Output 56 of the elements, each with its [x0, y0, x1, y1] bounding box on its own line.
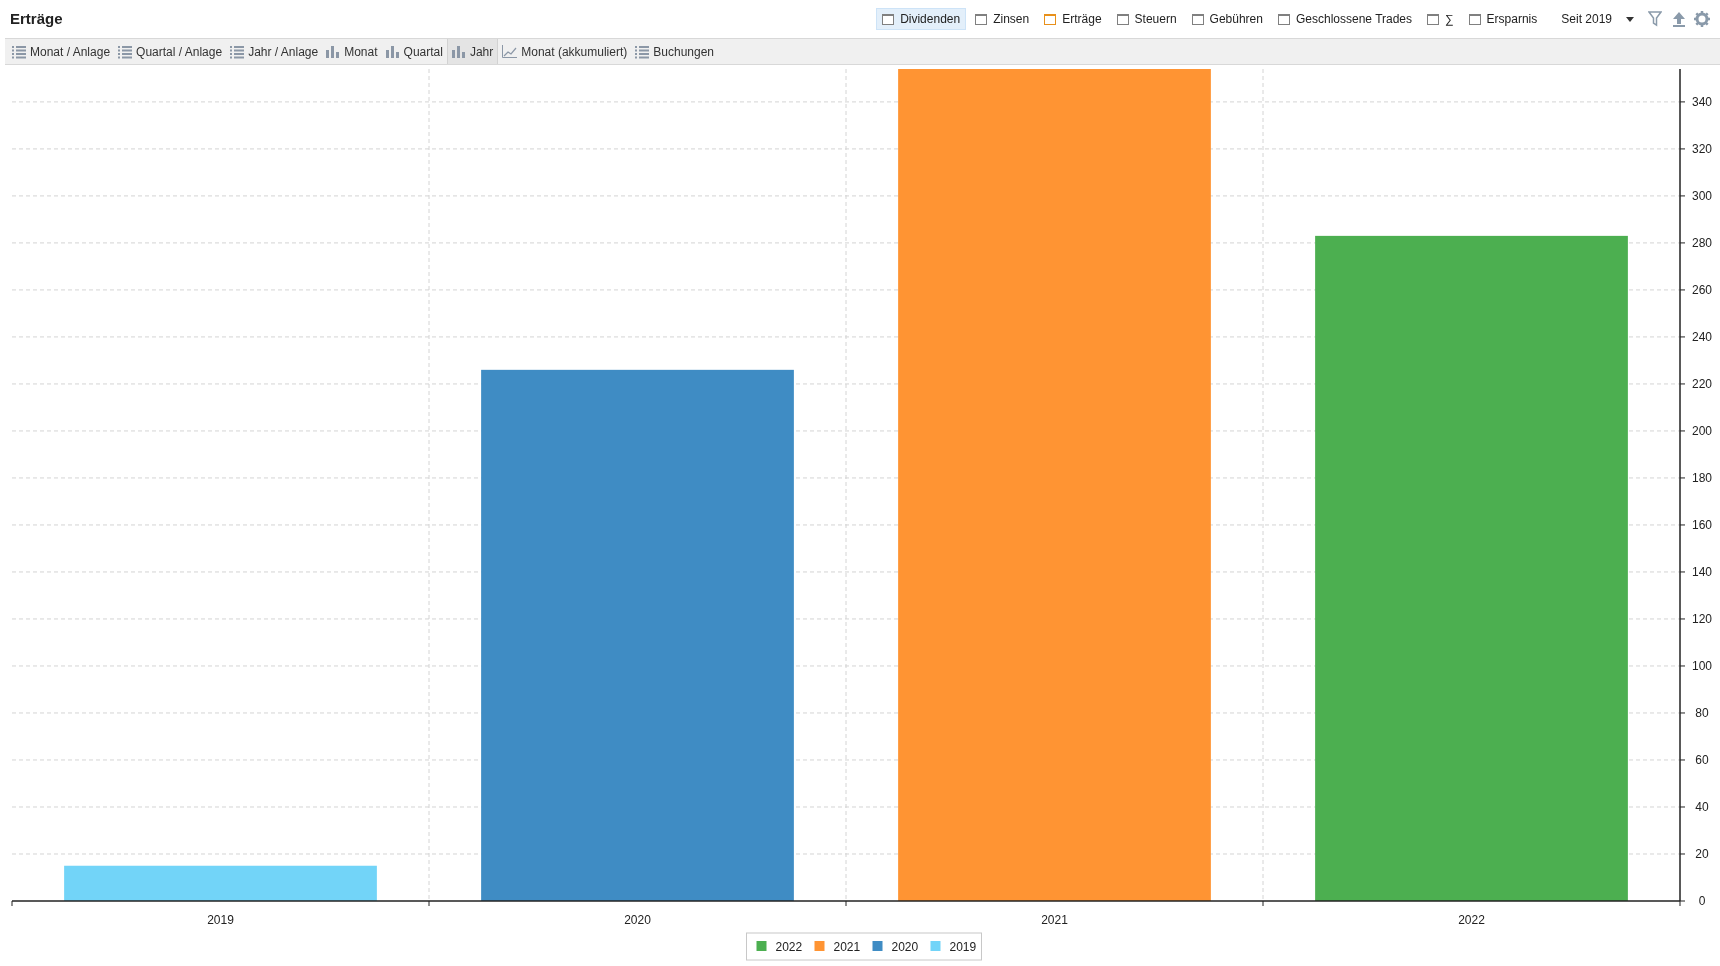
upload-icon[interactable] — [1672, 11, 1686, 27]
list-icon — [635, 44, 650, 59]
y-axis-label: 140 — [1692, 564, 1712, 579]
y-axis-label: 220 — [1692, 376, 1712, 391]
y-axis-label: 240 — [1692, 329, 1712, 344]
legend-label: 2019 — [949, 940, 977, 954]
y-axis-label: 0 — [1698, 894, 1706, 908]
y-axis-label: 180 — [1692, 470, 1712, 485]
view-tab[interactable]: Monat — [322, 39, 382, 64]
filter-toggle[interactable]: Dividenden — [876, 8, 967, 30]
y-axis-label: 160 — [1692, 517, 1712, 532]
bar-chart-icon — [451, 45, 466, 58]
y-axis-label: 20 — [1695, 847, 1709, 861]
y-axis-label: 260 — [1692, 282, 1712, 297]
x-axis-label: 2020 — [624, 913, 651, 927]
filter-toggle[interactable]: Gebühren — [1185, 8, 1269, 30]
page-title: Erträge — [10, 8, 63, 29]
x-axis-label: 2021 — [1041, 913, 1068, 927]
y-axis-label: 60 — [1695, 753, 1709, 767]
legend-label: 2022 — [775, 940, 803, 954]
list-icon — [12, 44, 26, 59]
filter-icon[interactable] — [1648, 11, 1662, 27]
y-axis-label: 200 — [1692, 423, 1712, 438]
filter-toggle[interactable]: Ersparnis — [1462, 8, 1544, 30]
list-icon — [230, 44, 245, 59]
y-axis-label: 80 — [1695, 706, 1709, 720]
x-axis-label: 2019 — [207, 913, 234, 927]
y-axis-label: 340 — [1692, 94, 1712, 109]
y-axis-label: 100 — [1692, 658, 1712, 673]
y-axis-label: 120 — [1692, 611, 1712, 626]
filter-toggle[interactable]: Erträge — [1038, 8, 1108, 30]
dropdown-caret-icon — [1626, 16, 1634, 22]
y-axis-label: 320 — [1692, 141, 1712, 156]
filter-toggle[interactable]: Geschlossene Trades — [1271, 8, 1419, 30]
settings-icon[interactable] — [1694, 11, 1710, 27]
view-tab[interactable]: Jahr / Anlage — [226, 39, 323, 64]
view-tab[interactable]: Monat (akkumuliert) — [498, 39, 632, 64]
view-tab[interactable]: Buchungen — [631, 39, 718, 64]
period-dropdown[interactable]: Seit 2019 — [1557, 10, 1638, 28]
view-tab[interactable]: Quartal / Anlage — [114, 39, 227, 64]
x-axis-label: 2022 — [1458, 913, 1485, 927]
legend-label: 2021 — [833, 940, 861, 954]
view-tab[interactable]: Monat / Anlage — [8, 39, 115, 64]
view-tab[interactable]: Quartal — [381, 39, 447, 64]
bar-chart-icon — [385, 45, 400, 58]
y-axis-label: 280 — [1692, 235, 1712, 250]
filter-toggle[interactable]: Steuern — [1110, 8, 1183, 30]
filter-toggle[interactable]: Zinsen — [969, 8, 1036, 30]
legend-label: 2020 — [891, 940, 919, 954]
bar-chart-icon — [326, 45, 341, 58]
y-axis-label: 300 — [1692, 188, 1712, 203]
view-tab[interactable]: Jahr — [446, 39, 499, 64]
line-chart-icon — [502, 45, 518, 58]
y-axis-label: 40 — [1695, 800, 1709, 814]
list-icon — [118, 44, 133, 59]
filter-toggle[interactable]: ∑ — [1421, 8, 1460, 30]
